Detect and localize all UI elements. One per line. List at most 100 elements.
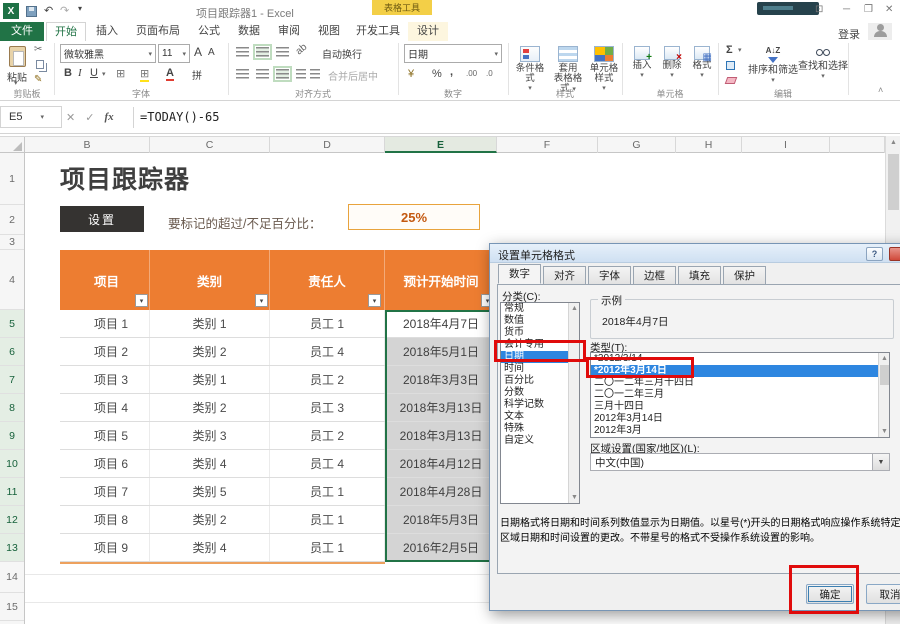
dialog-tab-protection[interactable]: 保护 — [723, 266, 766, 284]
cell-owner[interactable]: 员工 2 — [270, 366, 385, 393]
select-all-corner[interactable] — [0, 137, 25, 153]
scroll-up-icon[interactable]: ▲ — [888, 139, 899, 146]
filter-dropdown-icon[interactable]: ▾ — [135, 294, 148, 307]
collapse-ribbon-icon[interactable]: ˄ — [878, 85, 883, 95]
dialog-tab-alignment[interactable]: 对齐 — [543, 266, 586, 284]
user-avatar-icon[interactable] — [868, 23, 892, 40]
formula-input[interactable]: =TODAY()-65 — [140, 110, 219, 124]
cell-project[interactable]: 项目 7 — [60, 478, 150, 505]
autosum-icon[interactable]: Σ — [726, 44, 733, 56]
column-header-j[interactable] — [830, 137, 885, 153]
row-header-5[interactable]: 5 — [0, 310, 24, 338]
accounting-format-icon[interactable]: ¥ — [408, 68, 414, 80]
cell-start-date[interactable]: 2018年5月1日 — [385, 338, 497, 365]
type-item[interactable]: 二〇一二年三月 — [591, 389, 889, 401]
row-header-9[interactable]: 9 — [0, 422, 24, 450]
cell-project[interactable]: 项目 4 — [60, 394, 150, 421]
cell-category[interactable]: 类别 1 — [150, 366, 270, 393]
row-header-1[interactable]: 1 — [0, 153, 24, 205]
increase-indent-icon[interactable] — [310, 69, 320, 79]
row-header-2[interactable]: 2 — [0, 205, 24, 235]
cut-icon[interactable]: ✂ — [34, 44, 42, 55]
insert-cells-button[interactable]: + 插入 ▾ — [628, 46, 656, 81]
redo-icon[interactable]: ↷ — [60, 4, 69, 17]
row-header-13[interactable]: 13 — [0, 534, 24, 562]
align-center-icon[interactable] — [256, 69, 269, 79]
format-painter-icon[interactable]: ✎ — [34, 74, 42, 85]
cell-category[interactable]: 类别 2 — [150, 506, 270, 533]
scrollbar-thumb[interactable] — [880, 365, 889, 385]
italic-button[interactable]: I — [78, 67, 82, 79]
row-header-7[interactable]: 7 — [0, 366, 24, 394]
cell-owner[interactable]: 员工 1 — [270, 310, 385, 337]
type-item[interactable]: 2012年3月14日 — [591, 413, 889, 425]
type-item-selected[interactable]: *2012年3月14日 — [591, 365, 889, 377]
underline-dropdown-icon[interactable]: ▾ — [102, 70, 106, 78]
cell-start-date[interactable]: 2018年4月28日 — [385, 478, 497, 505]
name-box[interactable]: E5 ▾ — [0, 106, 62, 128]
clear-icon[interactable] — [725, 77, 738, 84]
ribbon-options-icon[interactable]: ⊡ — [815, 4, 823, 15]
align-left-icon[interactable] — [236, 69, 249, 79]
cell-owner[interactable]: 员工 1 — [270, 478, 385, 505]
find-select-button[interactable]: 查找和选择 ▾ — [798, 46, 848, 82]
insert-function-icon[interactable]: fx — [104, 111, 113, 123]
comma-style-icon[interactable]: , — [450, 66, 453, 78]
column-header-h[interactable]: H — [676, 137, 742, 153]
cell-project[interactable]: 项目 9 — [60, 534, 150, 561]
shrink-font-icon[interactable]: A — [208, 47, 215, 58]
cell-owner[interactable]: 员工 1 — [270, 506, 385, 533]
cell-owner[interactable]: 员工 3 — [270, 394, 385, 421]
settings-button[interactable]: 设置 — [60, 206, 144, 232]
category-listbox[interactable]: 常规 数值 货币 会计专用 日期 时间 百分比 分数 科学记数 文本 特殊 自定… — [500, 302, 580, 504]
close-icon[interactable]: ✕ — [885, 4, 893, 15]
underline-button[interactable]: U — [90, 67, 98, 79]
threshold-value-cell[interactable]: 25% — [348, 204, 480, 230]
align-bottom-icon[interactable] — [276, 47, 289, 57]
wrap-text-button[interactable]: 自动换行 — [322, 46, 362, 61]
delete-cells-button[interactable]: × 删除 ▾ — [658, 46, 686, 81]
type-item[interactable]: *2012/3/14 — [591, 353, 889, 365]
cell-owner[interactable]: 员工 4 — [270, 450, 385, 477]
cell-category[interactable]: 类别 2 — [150, 394, 270, 421]
cell-start-date[interactable]: 2018年3月13日 — [385, 422, 497, 449]
cancel-entry-icon[interactable]: ✕ — [66, 111, 75, 124]
paste-dropdown-icon[interactable]: ▾ — [14, 79, 18, 87]
tab-developer[interactable]: 开发工具 — [350, 22, 406, 41]
autosum-dropdown-icon[interactable]: ▾ — [738, 46, 742, 54]
row-header-15[interactable]: 15 — [0, 593, 24, 621]
locale-select[interactable]: 中文(中国) ▼ — [590, 453, 890, 471]
type-listbox[interactable]: *2012/3/14 *2012年3月14日 二〇一二年三月十四日 二〇一二年三… — [590, 352, 890, 438]
filter-dropdown-icon[interactable]: ▾ — [368, 294, 381, 307]
number-format-select[interactable]: 日期▾ — [404, 44, 502, 63]
cell-start-date[interactable]: 2018年4月12日 — [385, 450, 497, 477]
align-right-icon[interactable] — [276, 69, 289, 79]
dialog-title-bar[interactable]: 设置单元格格式 — [490, 244, 900, 263]
cell-category[interactable]: 类别 1 — [150, 310, 270, 337]
paste-icon[interactable] — [9, 46, 26, 67]
dialog-tab-number[interactable]: 数字 — [498, 264, 541, 284]
tab-data[interactable]: 数据 — [230, 22, 268, 41]
cell-start-date-active[interactable]: 2018年4月7日 — [385, 310, 497, 337]
decrease-indent-icon[interactable] — [296, 69, 306, 79]
qat-customize-icon[interactable]: ▾ — [78, 4, 82, 13]
font-size-select[interactable]: 11▾ — [158, 44, 190, 63]
cell-project[interactable]: 项目 1 — [60, 310, 150, 337]
tab-home[interactable]: 开始 — [46, 22, 86, 41]
tab-review[interactable]: 审阅 — [270, 22, 308, 41]
type-item[interactable]: 三月十四日 — [591, 401, 889, 413]
scroll-down-icon[interactable]: ▼ — [879, 428, 890, 435]
scrollbar-thumb[interactable] — [888, 154, 899, 210]
orientation-icon[interactable]: ab — [294, 42, 310, 58]
row-header-8[interactable]: 8 — [0, 394, 24, 422]
cell-owner[interactable]: 员工 2 — [270, 422, 385, 449]
font-name-select[interactable]: 微软雅黑▾ — [60, 44, 156, 63]
borders-icon[interactable]: ⊞ — [116, 67, 125, 80]
row-header-14[interactable]: 14 — [0, 562, 24, 593]
row-header-6[interactable]: 6 — [0, 338, 24, 366]
cell-category[interactable]: 类别 3 — [150, 422, 270, 449]
cell-owner[interactable]: 员工 1 — [270, 534, 385, 561]
tab-design[interactable]: 设计 — [408, 22, 448, 41]
column-header-i[interactable]: I — [742, 137, 830, 153]
tab-insert[interactable]: 插入 — [88, 22, 126, 41]
